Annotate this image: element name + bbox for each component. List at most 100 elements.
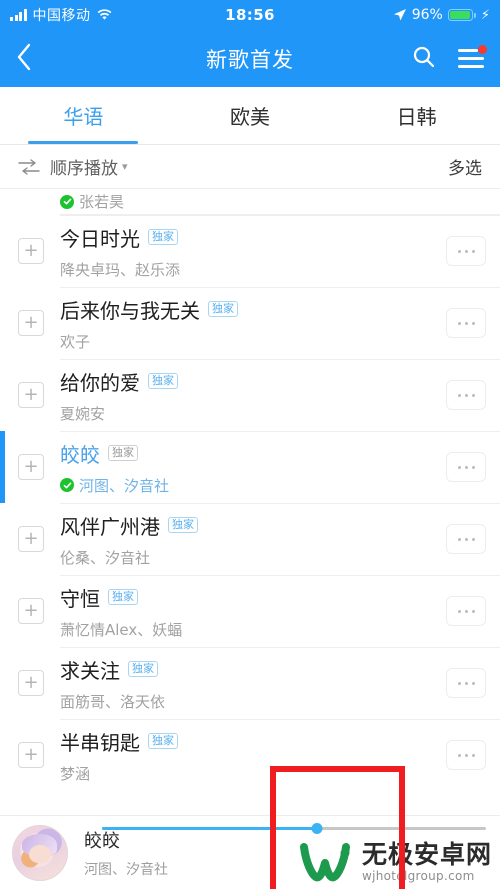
tab-chinese[interactable]: 华语 <box>0 87 167 144</box>
status-bar: 中国移动 18:56 96% ⚡ <box>0 0 500 30</box>
exclusive-badge: 独家 <box>108 444 138 462</box>
add-to-playlist-button[interactable]: + <box>18 238 44 264</box>
status-bar-right: 96% ⚡ <box>393 7 490 23</box>
song-artist-line: 欢子 <box>60 331 436 352</box>
header-actions <box>412 45 487 73</box>
song-artist-line: 张若昊 <box>60 191 124 215</box>
search-icon <box>412 45 436 73</box>
carrier-label: 中国移动 <box>32 8 91 24</box>
row-divider <box>60 647 500 648</box>
playback-progress-slider[interactable] <box>102 823 486 834</box>
progress-knob[interactable] <box>311 823 323 834</box>
plus-icon: + <box>23 240 39 261</box>
wifi-icon <box>97 9 112 21</box>
song-title-line: 皎皎 独家 <box>60 439 436 468</box>
song-row-playing[interactable]: + 皎皎 独家 河图、汐音社 <box>0 431 500 503</box>
verified-badge-icon <box>60 478 74 492</box>
song-info: 风伴广州港 独家 伦桑、汐音社 <box>60 511 436 568</box>
song-row[interactable]: + 后来你与我无关 独家 欢子 <box>0 287 500 359</box>
now-playing-artist: 河图、汐音社 <box>84 861 168 878</box>
battery-icon <box>447 8 476 22</box>
song-artist-line: 降央卓玛、赵乐添 <box>60 259 436 280</box>
search-button[interactable] <box>412 45 436 73</box>
more-options-button[interactable] <box>446 668 486 698</box>
song-title-line: 求关注 独家 <box>60 655 436 684</box>
progress-fill <box>102 827 318 830</box>
now-playing-indicator-bar <box>0 431 5 503</box>
song-artist-line: 萧忆情Alex、妖蝠 <box>60 619 436 640</box>
more-options-button[interactable] <box>446 596 486 626</box>
artist-label: 伦桑、汐音社 <box>60 548 151 567</box>
status-bar-left: 中国移动 <box>10 5 112 25</box>
row-divider <box>60 719 500 720</box>
add-to-playlist-button[interactable]: + <box>18 526 44 552</box>
song-info: 后来你与我无关 独家 欢子 <box>60 295 436 352</box>
tab-jp-kr[interactable]: 日韩 <box>333 87 500 144</box>
song-row[interactable]: + 半串钥匙 独家 梦涵 <box>0 719 500 791</box>
artist-label: 夏婉安 <box>60 404 106 423</box>
exclusive-badge: 独家 <box>148 228 178 246</box>
song-row[interactable]: + 求关注 独家 面筋哥、洛天依 <box>0 647 500 719</box>
song-row[interactable]: + 守恒 独家 萧忆情Alex、妖蝠 <box>0 575 500 647</box>
chevron-left-icon <box>16 43 32 75</box>
tab-western[interactable]: 欧美 <box>167 87 334 144</box>
more-options-button[interactable] <box>446 236 486 266</box>
song-info: 皎皎 独家 河图、汐音社 <box>60 439 436 496</box>
add-to-playlist-button[interactable]: + <box>18 310 44 336</box>
song-title-line: 今日时光 独家 <box>60 223 436 252</box>
location-arrow-icon <box>393 8 407 22</box>
artist-label: 面筋哥、洛天依 <box>60 692 166 711</box>
battery-percent-label: 96% <box>411 7 443 23</box>
plus-icon: + <box>23 672 39 693</box>
song-title: 皎皎 <box>60 442 100 467</box>
song-title: 求关注 <box>60 658 120 683</box>
song-title-line: 半串钥匙 独家 <box>60 727 436 756</box>
more-options-button[interactable] <box>446 524 486 554</box>
exclusive-badge: 独家 <box>108 588 138 606</box>
song-title: 后来你与我无关 <box>60 298 200 323</box>
add-to-playlist-button[interactable]: + <box>18 598 44 624</box>
exclusive-badge: 独家 <box>148 732 178 750</box>
mini-player-bar[interactable]: 皎皎 河图、汐音社 <box>0 815 500 889</box>
add-to-playlist-button[interactable]: + <box>18 742 44 768</box>
order-play-icon <box>18 158 40 175</box>
lightning-bolt-icon: ⚡ <box>480 7 490 23</box>
now-playing-title: 皎皎 <box>84 830 120 852</box>
menu-button[interactable] <box>458 45 487 68</box>
verified-badge-icon <box>60 194 74 209</box>
exclusive-badge: 独家 <box>148 372 178 390</box>
add-to-playlist-button[interactable]: + <box>18 382 44 408</box>
sort-mode-button[interactable]: 顺序播放 <box>50 154 118 179</box>
tab-label: 日韩 <box>396 105 437 129</box>
artist-label: 欢子 <box>60 332 91 351</box>
plus-icon: + <box>23 456 39 477</box>
add-to-playlist-button[interactable]: + <box>18 670 44 696</box>
song-title: 守恒 <box>60 586 100 611</box>
song-info: 今日时光 独家 降央卓玛、赵乐添 <box>60 223 436 280</box>
add-to-playlist-button[interactable]: + <box>18 454 44 480</box>
song-list: 张若昊 + 今日时光 独家 降央卓玛、赵乐添 + 后来你与我无关 独家 欢子 +… <box>0 189 500 791</box>
more-options-button[interactable] <box>446 380 486 410</box>
partial-song-row[interactable]: 张若昊 <box>0 189 500 215</box>
exclusive-badge: 独家 <box>208 300 238 318</box>
multi-select-button[interactable]: 多选 <box>448 154 482 179</box>
app-header: 新歌首发 <box>0 30 500 87</box>
song-row[interactable]: + 给你的爱 独家 夏婉安 <box>0 359 500 431</box>
song-info: 给你的爱 独家 夏婉安 <box>60 367 436 424</box>
album-art-thumbnail[interactable] <box>12 824 68 881</box>
more-options-button[interactable] <box>446 452 486 482</box>
song-title: 风伴广州港 <box>60 514 160 539</box>
song-artist-line: 伦桑、汐音社 <box>60 547 436 568</box>
exclusive-badge: 独家 <box>168 516 198 534</box>
song-row[interactable]: + 风伴广州港 独家 伦桑、汐音社 <box>0 503 500 575</box>
back-button[interactable] <box>16 39 50 79</box>
more-options-button[interactable] <box>446 308 486 338</box>
more-options-button[interactable] <box>446 740 486 770</box>
row-divider <box>60 215 500 216</box>
song-row[interactable]: + 今日时光 独家 降央卓玛、赵乐添 <box>0 215 500 287</box>
song-info: 半串钥匙 独家 梦涵 <box>60 727 436 784</box>
song-title-line: 后来你与我无关 独家 <box>60 295 436 324</box>
artist-label: 张若昊 <box>79 193 125 211</box>
row-divider <box>60 575 500 576</box>
row-divider <box>60 503 500 504</box>
